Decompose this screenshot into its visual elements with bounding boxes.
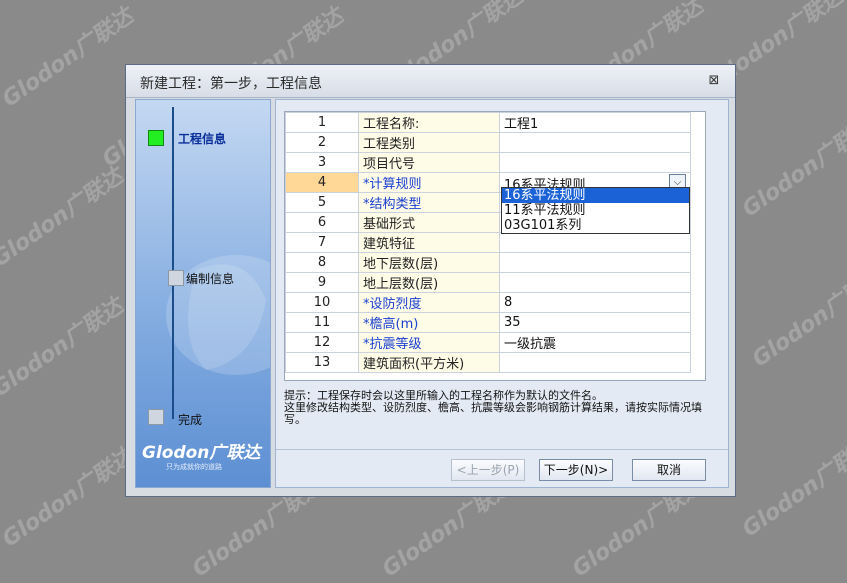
dropdown-option[interactable]: 03G101系列	[502, 218, 689, 233]
button-separator	[276, 449, 728, 450]
prev-button[interactable]: <上一步(P)	[451, 459, 525, 481]
grid-row[interactable]: 13 建筑面积(平方米)	[285, 352, 691, 373]
dialog-title: 新建工程：第一步，工程信息	[140, 76, 322, 92]
watermark: Glodon广联达	[0, 3, 138, 113]
field-value[interactable]: 8	[499, 292, 691, 313]
field-value[interactable]	[499, 272, 691, 293]
project-info-grid: 1 工程名称: 工程1 2 工程类别 3 项目代号 4 *计算规则 16系平法规则 ⌵ 5 *结构类型 6…	[284, 111, 706, 381]
step-label-project-info: 工程信息	[178, 132, 227, 146]
watermark: Glodon广联达	[738, 433, 847, 543]
field-label: 基础形式	[358, 212, 500, 233]
watermark: Glodon广联达	[0, 293, 128, 403]
hint-text: 提示：工程保存时会以这里所输入的工程名称作为默认的文件名。 这里修改结构类型、设…	[284, 390, 714, 426]
row-number: 10	[285, 292, 359, 313]
grid-row[interactable]: 2 工程类别	[285, 132, 691, 153]
grid-row[interactable]: 7 建筑特征	[285, 232, 691, 253]
grid-row[interactable]: 1 工程名称: 工程1	[285, 112, 691, 133]
field-label: *抗震等级	[358, 332, 500, 353]
row-number: 2	[285, 132, 359, 153]
field-value[interactable]: 一级抗震	[499, 332, 691, 353]
dropdown-option[interactable]: 16系平法规则	[502, 188, 689, 203]
field-label: 项目代号	[358, 152, 500, 173]
rule-dropdown-list[interactable]: 16系平法规则 11系平法规则 03G101系列	[501, 187, 690, 234]
step-label-finish: 完成	[178, 413, 203, 427]
wizard-line	[172, 107, 174, 419]
watermark: Glodon广联达	[0, 163, 128, 273]
step-marker	[148, 409, 164, 425]
new-project-dialog: 新建工程：第一步，工程信息 ⊠ 工程信息 编制信息 完成 Glodon广联达 只…	[125, 64, 736, 497]
field-label: 地上层数(层)	[358, 272, 500, 293]
field-label: *结构类型	[358, 192, 500, 213]
row-number: 7	[285, 232, 359, 253]
watermark: Glodon广联达	[738, 113, 847, 223]
dropdown-option[interactable]: 11系平法规则	[502, 203, 689, 218]
field-value[interactable]	[499, 132, 691, 153]
content-panel: 1 工程名称: 工程1 2 工程类别 3 项目代号 4 *计算规则 16系平法规则 ⌵ 5 *结构类型 6…	[275, 99, 729, 488]
row-number: 9	[285, 272, 359, 293]
field-value[interactable]: 工程1	[499, 112, 691, 133]
step-label-compile-info: 编制信息	[186, 272, 235, 286]
field-label: 建筑特征	[358, 232, 500, 253]
row-number: 3	[285, 152, 359, 173]
wizard-sidebar: 工程信息 编制信息 完成 Glodon广联达 只为成就你的道路	[135, 99, 271, 488]
dialog-titlebar[interactable]: 新建工程：第一步，工程信息 ⊠	[126, 65, 735, 98]
field-label: *计算规则	[358, 172, 500, 193]
watermark: Glodon广联达	[748, 263, 847, 373]
close-icon[interactable]: ⊠	[707, 74, 721, 88]
grid-row[interactable]: 12 *抗震等级 一级抗震	[285, 332, 691, 353]
field-label: 工程类别	[358, 132, 500, 153]
grid-row[interactable]: 11 *檐高(m) 35	[285, 312, 691, 333]
row-number: 1	[285, 112, 359, 133]
row-number: 11	[285, 312, 359, 333]
watermark: Glodon广联达	[0, 443, 138, 553]
field-value[interactable]	[499, 152, 691, 173]
row-number: 8	[285, 252, 359, 273]
slogan: 只为成就你的道路	[166, 463, 222, 471]
field-label: *设防烈度	[358, 292, 500, 313]
field-value[interactable]	[499, 232, 691, 253]
row-number: 5	[285, 192, 359, 213]
grid-table: 1 工程名称: 工程1 2 工程类别 3 项目代号 4 *计算规则 16系平法规则 ⌵ 5 *结构类型 6…	[285, 112, 691, 373]
field-value[interactable]	[499, 352, 691, 373]
field-label: 工程名称:	[358, 112, 500, 133]
next-button[interactable]: 下一步(N)>	[539, 459, 613, 481]
step-marker	[168, 270, 184, 286]
grid-row[interactable]: 3 项目代号	[285, 152, 691, 173]
field-value[interactable]: 35	[499, 312, 691, 333]
row-number: 6	[285, 212, 359, 233]
step-marker-active	[148, 130, 164, 146]
row-number: 12	[285, 332, 359, 353]
grid-row[interactable]: 8 地下层数(层)	[285, 252, 691, 273]
field-label: 地下层数(层)	[358, 252, 500, 273]
field-label: *檐高(m)	[358, 312, 500, 333]
glodon-logo: Glodon广联达	[142, 443, 261, 463]
field-value[interactable]	[499, 252, 691, 273]
field-label: 建筑面积(平方米)	[358, 352, 500, 373]
grid-row[interactable]: 9 地上层数(层)	[285, 272, 691, 293]
hint-line-2: 这里修改结构类型、设防烈度、檐高、抗震等级会影响钢筋计算结果，请按实际情况填写。	[284, 401, 702, 426]
grid-row[interactable]: 10 *设防烈度 8	[285, 292, 691, 313]
row-number: 4	[285, 172, 359, 193]
row-number: 13	[285, 352, 359, 373]
cancel-button[interactable]: 取消	[632, 459, 706, 481]
sidebar-decoration	[166, 255, 270, 375]
